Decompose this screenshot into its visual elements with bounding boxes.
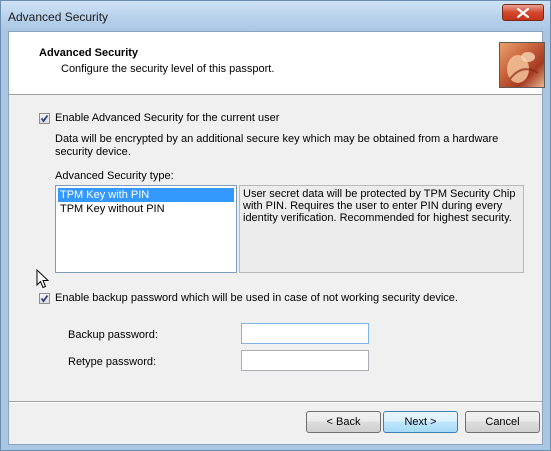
description-line: identity verification. Recommended for h… — [243, 212, 512, 224]
button-divider — [9, 401, 542, 403]
security-type-label: Advanced Security type: — [55, 170, 174, 182]
dialog-client-area: Advanced Security Configure the security… — [8, 31, 545, 445]
security-type-listbox[interactable]: TPM Key with PIN TPM Key without PIN — [55, 185, 237, 273]
checkmark-icon — [40, 114, 49, 123]
enable-backup-password-checkbox[interactable] — [39, 293, 50, 304]
passport-illustration — [499, 42, 545, 88]
window-title: Advanced Security — [8, 10, 109, 24]
checkmark-icon — [40, 294, 49, 303]
header-title: Advanced Security — [39, 47, 139, 59]
encryption-description-line1: Data will be encrypted by an additional … — [55, 133, 499, 145]
enable-backup-password-label[interactable]: Enable backup password which will be use… — [55, 292, 458, 304]
retype-password-label: Retype password: — [68, 356, 157, 368]
security-type-option[interactable]: TPM Key with PIN — [58, 188, 234, 202]
back-button[interactable]: < Back — [306, 411, 381, 433]
security-type-description: User secret data will be protected by TP… — [239, 185, 524, 273]
cancel-button[interactable]: Cancel — [465, 411, 540, 433]
mouse-pointer-icon — [36, 268, 50, 292]
retype-password-field[interactable] — [241, 350, 369, 371]
backup-password-input[interactable] — [242, 324, 368, 343]
description-line: User secret data will be protected by TP… — [243, 188, 516, 200]
encryption-description-line2: security device. — [55, 146, 131, 158]
header-subtitle: Configure the security level of this pas… — [61, 63, 275, 75]
wizard-header: Advanced Security Configure the security… — [9, 32, 545, 95]
retype-password-input[interactable] — [242, 351, 368, 370]
description-line: with PIN. Requires the user to enter PIN… — [243, 200, 503, 212]
backup-password-field[interactable] — [241, 323, 369, 344]
enable-advanced-security-checkbox[interactable] — [39, 113, 50, 124]
next-button[interactable]: Next > — [383, 411, 458, 433]
dialog-window: Advanced Security Advanced Security Conf… — [0, 0, 551, 451]
close-button[interactable] — [502, 4, 544, 21]
enable-advanced-security-label[interactable]: Enable Advanced Security for the current… — [55, 112, 279, 124]
backup-password-label: Backup password: — [68, 329, 158, 341]
security-type-option[interactable]: TPM Key without PIN — [58, 202, 234, 216]
close-icon — [517, 8, 529, 18]
title-bar[interactable]: Advanced Security — [1, 1, 550, 31]
